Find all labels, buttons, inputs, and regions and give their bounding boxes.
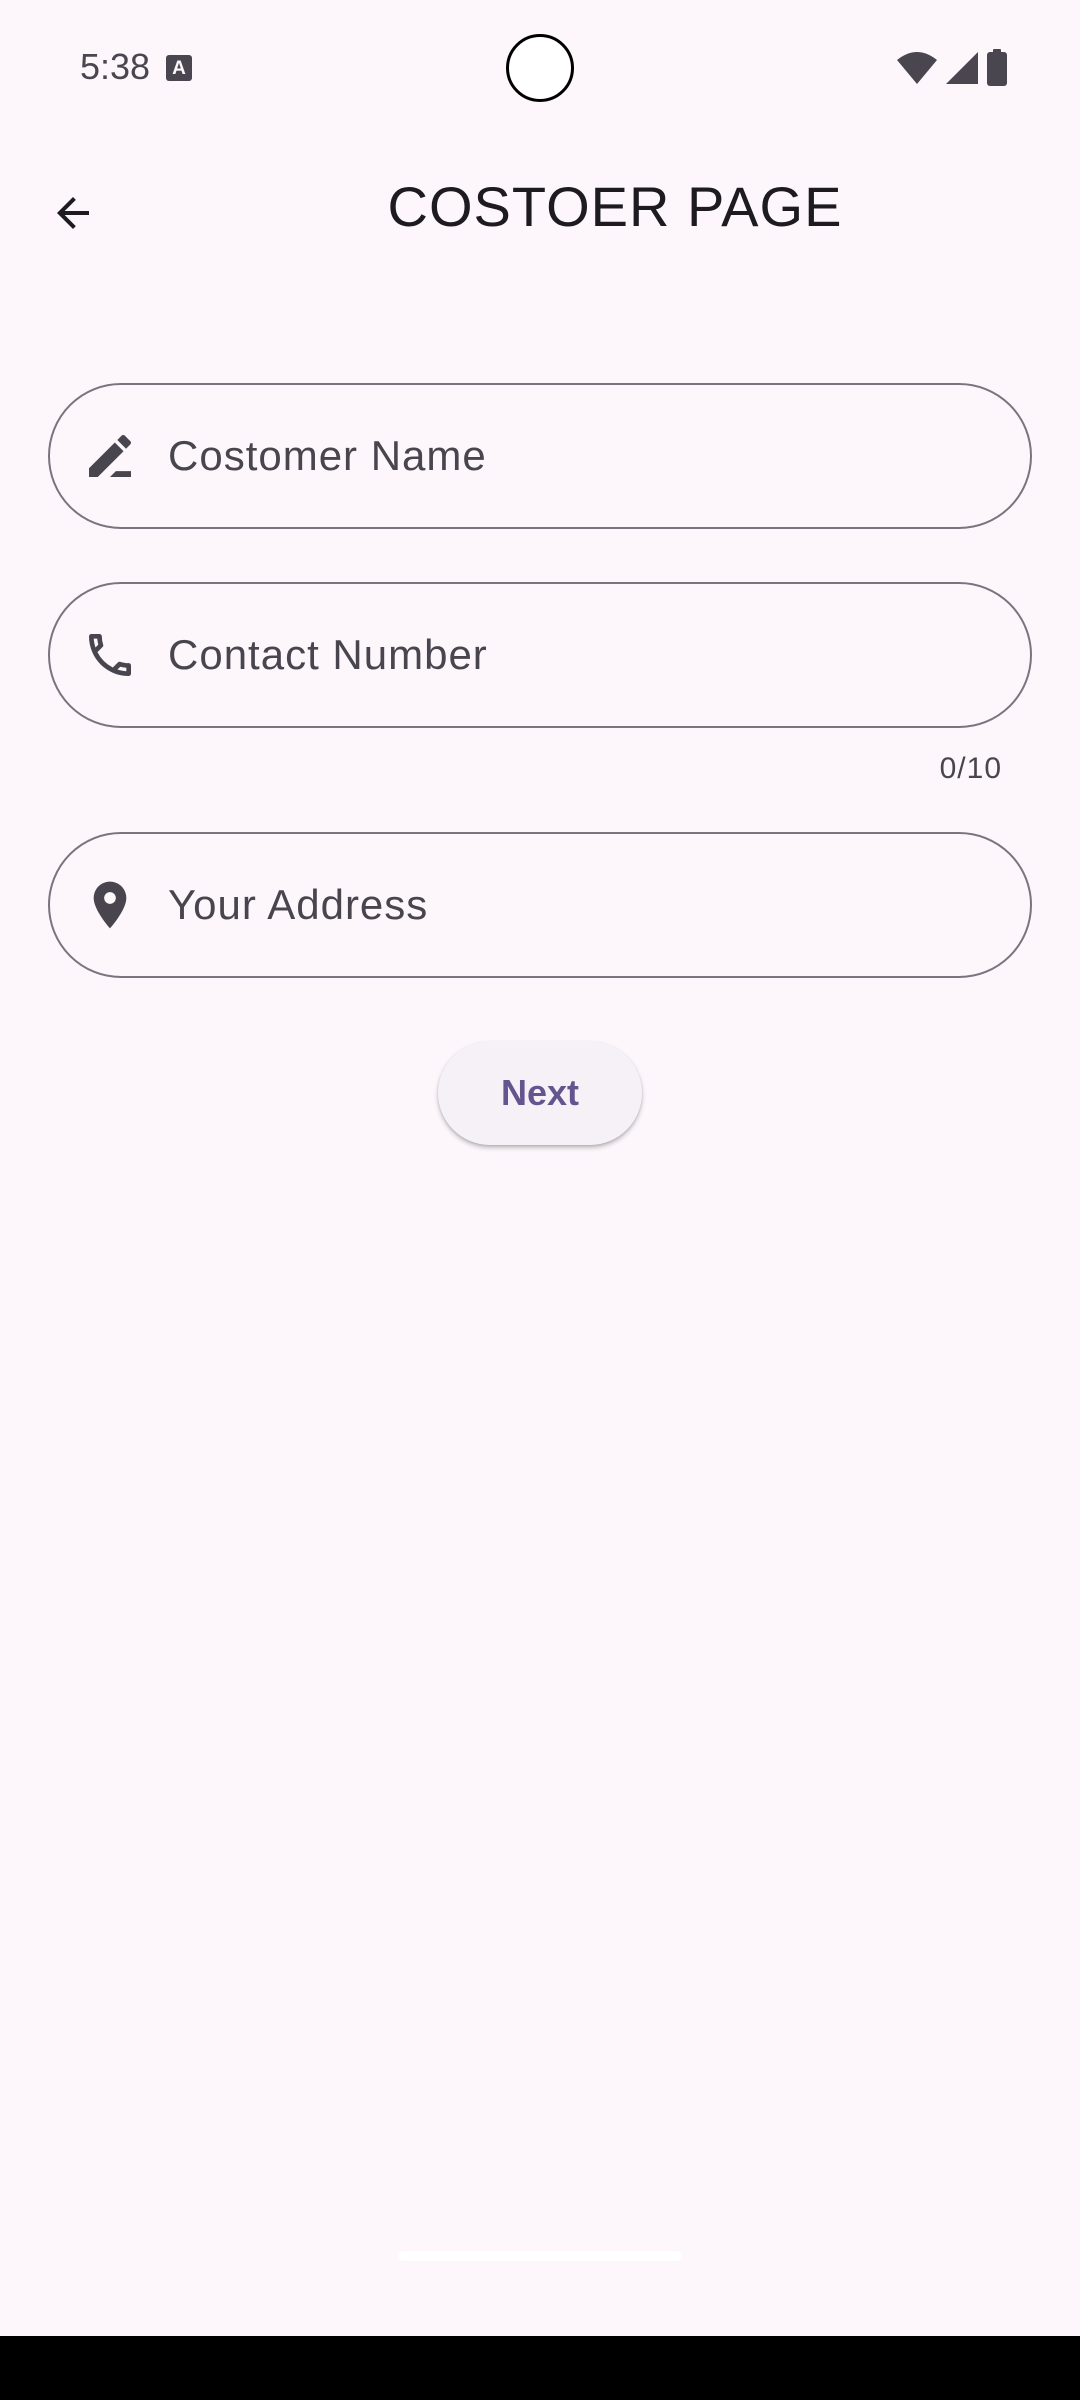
keyboard-notification-icon: A (166, 55, 192, 81)
customer-page-screen: 5:38 A COSTOER PAGE Costomer Name Contac… (0, 0, 1080, 2400)
battery-icon (987, 49, 1007, 86)
signal-icon (946, 52, 978, 84)
wifi-icon (897, 52, 937, 84)
contact-number-counter: 0/10 (939, 752, 1002, 785)
status-icons (896, 48, 1008, 88)
address-field[interactable] (48, 832, 1032, 978)
phone-icon (82, 627, 138, 683)
edit-icon (82, 428, 138, 484)
page-title: COSTOER PAGE (387, 175, 843, 238)
address-input[interactable] (168, 865, 1030, 945)
customer-name-input[interactable] (168, 416, 1030, 496)
home-indicator[interactable] (398, 2251, 682, 2261)
camera-cutout (506, 34, 574, 102)
next-button[interactable]: Next (438, 1041, 642, 1145)
app-bar: COSTOER PAGE (0, 150, 1080, 270)
status-bar: 5:38 A (0, 0, 1080, 140)
contact-number-input[interactable] (168, 615, 1030, 695)
contact-number-field[interactable] (48, 582, 1032, 728)
customer-name-field[interactable] (48, 383, 1032, 529)
location-pin-icon (82, 877, 138, 933)
status-time: 5:38 (80, 46, 151, 87)
navigation-bar (0, 2336, 1080, 2400)
